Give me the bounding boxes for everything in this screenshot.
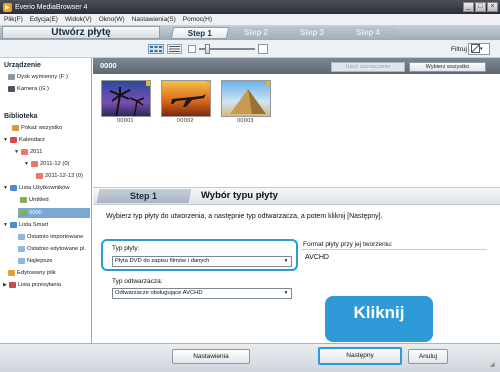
sidebar-item-calendar[interactable]: ▼ Kalendarz bbox=[3, 137, 45, 143]
large-thumb-icon[interactable] bbox=[258, 44, 268, 54]
list-icon bbox=[20, 210, 27, 216]
sidebar-item-camera[interactable]: Kamera (G:) bbox=[8, 86, 49, 92]
format-divider bbox=[301, 249, 487, 250]
sidebar-item-recently-imported[interactable]: Ostatnio importowane bbox=[18, 234, 83, 240]
sidebar: Urządzenie Dysk wymienny (F:) Kamera (G:… bbox=[0, 58, 92, 343]
list-view-icon[interactable] bbox=[167, 44, 182, 54]
menu-file[interactable]: Plik(F) bbox=[4, 16, 23, 23]
thumbnail-name: 00002 bbox=[177, 118, 194, 124]
upload-icon bbox=[8, 282, 16, 288]
collapse-arrow-icon[interactable]: ▼ bbox=[3, 222, 8, 228]
folder-title: 0000 bbox=[100, 61, 117, 70]
collapse-arrow-icon[interactable]: ▼ bbox=[14, 149, 19, 155]
step-2-tab: Step 2 bbox=[226, 27, 286, 39]
filter-label: Filtruj bbox=[451, 46, 467, 53]
calendar-icon bbox=[9, 137, 17, 143]
sidebar-item-2011[interactable]: ▼ 2011 bbox=[14, 149, 42, 155]
collapse-arrow-icon[interactable]: ▼ bbox=[3, 137, 8, 143]
sidebar-item-removable-disk[interactable]: Dysk wymienny (F:) bbox=[8, 74, 68, 80]
instructions-text: Wybierz typ płyty do utworzenia, a nastę… bbox=[106, 213, 383, 220]
disc-type-label: Typ płyty: bbox=[112, 245, 140, 252]
thumbnail-airplane[interactable] bbox=[161, 80, 211, 117]
maximize-button[interactable]: □ bbox=[475, 2, 486, 12]
cancel-button[interactable]: Anuluj bbox=[408, 349, 448, 364]
thumbnail-pyramid[interactable] bbox=[221, 80, 271, 117]
sidebar-item-0000[interactable]: 0000 bbox=[18, 208, 90, 218]
smart-list-icon bbox=[18, 258, 25, 264]
filter-dropdown[interactable]: ▾ bbox=[468, 43, 490, 55]
expand-arrow-icon[interactable]: ▶ bbox=[3, 282, 7, 288]
device-header: Urządzenie bbox=[4, 62, 41, 69]
library-header: Biblioteka bbox=[4, 113, 38, 120]
title-bar: ▶ Everio MediaBrowser 4 _ □ × bbox=[0, 0, 500, 14]
close-button[interactable]: × bbox=[487, 2, 498, 12]
drive-icon bbox=[8, 74, 15, 80]
collapse-arrow-icon[interactable]: ▼ bbox=[24, 161, 29, 167]
menu-bar: Plik(F) Edycja(E) Widok(V) Okno(W) Nasta… bbox=[0, 14, 500, 25]
step-panel-title: Wybór typu płyty bbox=[201, 190, 278, 201]
new-badge bbox=[266, 81, 270, 86]
thumbnail-area bbox=[93, 74, 500, 186]
disc-type-select[interactable]: Płyta DVD do zapisu filmów i danych ▼ bbox=[112, 256, 292, 267]
smart-list-icon bbox=[18, 246, 25, 252]
create-disc-button[interactable]: Utwórz płytę bbox=[2, 26, 160, 39]
smart-list-icon bbox=[9, 222, 17, 228]
camera-icon bbox=[8, 86, 15, 92]
format-value: AVCHD bbox=[305, 254, 329, 261]
menu-window[interactable]: Okno(W) bbox=[99, 16, 125, 23]
grid-view-icon[interactable] bbox=[148, 44, 164, 54]
small-thumb-icon[interactable] bbox=[188, 45, 196, 53]
resize-grip-icon[interactable]: ◢ bbox=[490, 361, 498, 369]
sidebar-item-smart-list[interactable]: ▼ Lista Smart bbox=[3, 222, 48, 228]
new-badge bbox=[206, 81, 210, 86]
menu-edit[interactable]: Edycja(E) bbox=[30, 16, 58, 23]
smart-list-icon bbox=[18, 234, 25, 240]
click-callout-text: Kliknij bbox=[353, 303, 405, 322]
settings-button[interactable]: Nastawienia bbox=[172, 349, 250, 364]
sidebar-item-edited-file[interactable]: Edytowany plik bbox=[8, 270, 56, 276]
calendar-icon bbox=[36, 173, 43, 179]
player-type-select[interactable]: Odtwarzacze obsługujące AVCHD ▼ bbox=[112, 288, 292, 299]
list-icon bbox=[20, 197, 27, 203]
thumbnail-palm-sunset[interactable] bbox=[101, 80, 151, 117]
menu-help[interactable]: Pomoc(H) bbox=[183, 16, 212, 23]
menu-settings[interactable]: Nastawienia(S) bbox=[132, 16, 176, 23]
sidebar-item-2011-12-13[interactable]: 2011-12-13 (0) bbox=[36, 173, 83, 179]
calendar-icon bbox=[30, 161, 38, 167]
step-panel-tab: Step 1 bbox=[96, 189, 192, 203]
step-1-tab: Step 1 bbox=[170, 27, 230, 39]
sidebar-item-show-all[interactable]: Pokaż wszystko bbox=[12, 125, 62, 131]
folder-icon bbox=[12, 125, 19, 131]
sidebar-item-recently-edited[interactable]: Ostatnio edytowane pl. bbox=[18, 246, 86, 252]
chevron-down-icon: ▼ bbox=[283, 258, 289, 264]
menu-view[interactable]: Widok(V) bbox=[65, 16, 92, 23]
player-type-label: Typ odtwarzacza: bbox=[112, 278, 163, 285]
chevron-down-icon: ▼ bbox=[283, 290, 289, 296]
new-badge bbox=[146, 81, 150, 86]
thumbnail-name: 00003 bbox=[237, 118, 254, 124]
sidebar-item-user-lists[interactable]: ▼ Lista Użytkowników bbox=[3, 185, 70, 191]
window-title: Everio MediaBrowser 4 bbox=[15, 3, 88, 11]
minimize-button[interactable]: _ bbox=[463, 2, 474, 12]
step-3-tab: Step 3 bbox=[282, 27, 342, 39]
format-label: Format płyty przy jej tworzeniu: bbox=[303, 241, 393, 248]
edit-icon bbox=[8, 270, 15, 276]
unselect-button[interactable]: Usuń zaznaczenie bbox=[331, 62, 405, 72]
thumbnail-name: 00001 bbox=[117, 118, 134, 124]
sidebar-item-best[interactable]: Najlepsze bbox=[18, 258, 52, 264]
collapse-arrow-icon[interactable]: ▼ bbox=[3, 185, 8, 191]
next-button[interactable]: Następny bbox=[318, 347, 402, 365]
sidebar-item-2011-12[interactable]: ▼ 2011-12 (0) bbox=[24, 161, 70, 167]
step-4-tab: Step 4 bbox=[338, 27, 398, 39]
app-icon: ▶ bbox=[3, 2, 12, 12]
calendar-icon bbox=[20, 149, 28, 155]
zoom-slider-thumb[interactable] bbox=[205, 44, 210, 54]
sidebar-item-upload-list[interactable]: ▶ Lista przesyłania bbox=[3, 282, 61, 288]
list-icon bbox=[9, 185, 17, 191]
select-all-button[interactable]: Wybierz wszystko bbox=[409, 62, 486, 72]
sidebar-item-untitled[interactable]: Untitled bbox=[20, 197, 49, 203]
